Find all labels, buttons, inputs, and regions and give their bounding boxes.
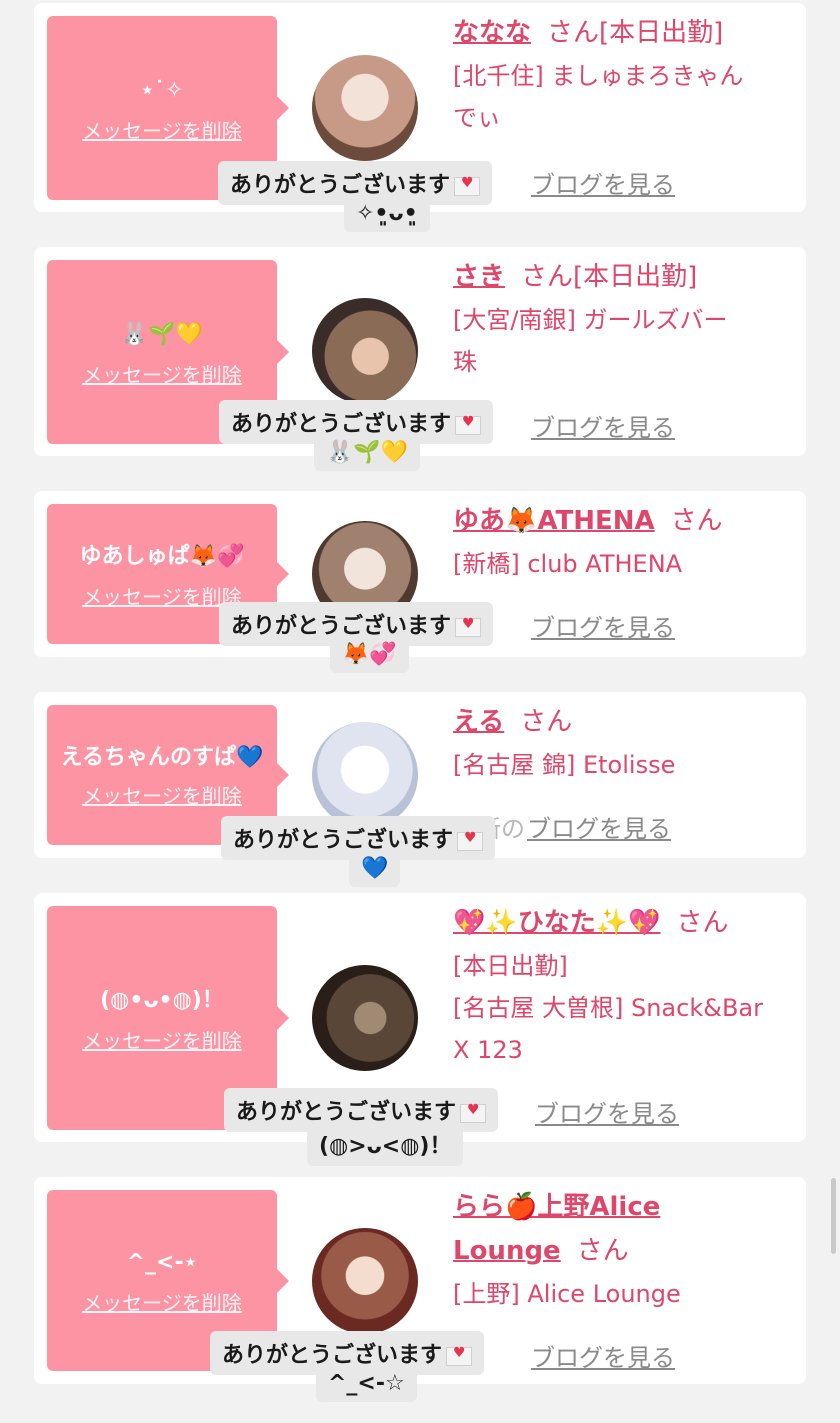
honorific: さん	[576, 1236, 629, 1266]
girl-info: ななな さん[本日出勤] [北千住] ましゅまろきゃん でぃ	[453, 11, 792, 139]
delete-message-link[interactable]: メッセージを削除	[82, 359, 242, 388]
thanks-text: ありがとうございます	[231, 614, 452, 639]
avatar[interactable]	[312, 965, 418, 1071]
bubble-message: 🐰🌱💛	[120, 321, 204, 347]
thanks-text: ありがとうございます	[233, 828, 454, 853]
girl-info: さき さん[本日出勤] [大宮/南銀] ガールズバー 珠	[453, 255, 792, 383]
girl-name-link[interactable]: さき	[453, 262, 505, 292]
girl-name-link[interactable]: ゆあ🦊ATHENA	[453, 506, 655, 536]
honorific: さん	[676, 908, 729, 938]
girl-name-link[interactable]: ななな	[453, 18, 531, 48]
shop-line: でぃ	[453, 104, 501, 132]
bubble-message: (◍•ᴗ•◍)！	[100, 987, 224, 1013]
thanks-tooltip-sub: ^_<-☆	[316, 1369, 417, 1402]
thanks-tooltip-sub: (◍>ᴗ<◍)！	[307, 1126, 464, 1166]
shop-line: [北千住] ましゅまろきゃん	[453, 62, 744, 90]
blog-link[interactable]: ブログを見る	[531, 608, 675, 643]
bubble-message: ⋆˙✧	[140, 77, 184, 103]
bubble-message: ゆあしゅぱ🦊💞	[79, 543, 245, 569]
shop-line: [名古屋 錦] Etolisse	[453, 751, 676, 779]
envelope-heart-icon	[454, 175, 481, 196]
avatar[interactable]	[312, 298, 418, 404]
envelope-heart-icon	[446, 1345, 473, 1366]
name-line: ゆあ🦊ATHENA さん	[453, 499, 792, 543]
honorific: さん	[520, 707, 573, 737]
thanks-tooltip-sub: 💙	[349, 854, 401, 887]
scrollbar[interactable]	[831, 1178, 836, 1254]
thanks-text: ありがとうございます	[230, 173, 451, 198]
shop-line: [名古屋 大曽根] Snack&Bar	[453, 994, 763, 1022]
attendance-badge: [本日出勤]	[453, 952, 568, 980]
thanks-text: ありがとうございます	[222, 1343, 443, 1368]
shop-line: X 123	[453, 1036, 523, 1064]
blog-link[interactable]: ブログを見る	[531, 1338, 675, 1373]
honorific: さん	[521, 262, 574, 292]
thanks-tooltip-sub: ✧•͈ᴗ•͈	[344, 199, 430, 232]
girl-info: える さん [名古屋 錦] Etolisse	[453, 700, 792, 786]
girl-name-link[interactable]: える	[453, 707, 504, 737]
name-line: さき さん[本日出勤]	[453, 255, 792, 299]
blog-label: ブログを見る	[527, 815, 671, 843]
girl-info: 💖✨ひなた✨💖 さん [本日出勤] [名古屋 大曽根] Snack&Bar X 1…	[453, 901, 792, 1071]
envelope-heart-icon	[460, 1102, 487, 1123]
girl-info: ゆあ🦊ATHENA さん [新橋] club ATHENA	[453, 499, 792, 585]
shop-line: 珠	[453, 348, 477, 376]
name-line: える さん	[453, 700, 792, 744]
shop-line: [新橋] club ATHENA	[453, 550, 683, 578]
thanks-text: ありがとうございます	[236, 1100, 457, 1125]
delete-message-link[interactable]: メッセージを削除	[82, 115, 242, 144]
avatar[interactable]	[312, 55, 418, 161]
delete-message-link[interactable]: メッセージを削除	[82, 581, 242, 610]
envelope-heart-icon	[457, 830, 484, 851]
name-line: らら🍎上野Alice Lounge さん	[453, 1185, 683, 1273]
honorific: さん	[670, 506, 723, 536]
attendance-badge: [本日出勤]	[573, 262, 698, 292]
envelope-heart-icon	[455, 616, 482, 637]
honorific: さん	[547, 18, 600, 48]
bubble-message: ^_<-⋆	[126, 1250, 198, 1275]
girl-info: らら🍎上野Alice Lounge さん [上野] Alice Lounge	[453, 1185, 792, 1315]
name-line: 💖✨ひなた✨💖 さん	[453, 901, 792, 945]
thanks-text: ありがとうございます	[231, 412, 452, 437]
bubble-message: えるちゃんのすぱ💙	[60, 744, 264, 770]
shop-line: [上野] Alice Lounge	[453, 1280, 681, 1308]
girl-name-link[interactable]: 💖✨ひなた✨💖	[453, 908, 661, 938]
envelope-heart-icon	[455, 414, 482, 435]
delete-message-link[interactable]: メッセージを削除	[82, 1287, 242, 1316]
attendance-badge: [本日出勤]	[599, 18, 724, 48]
blog-link[interactable]: ブログを見る	[531, 408, 675, 443]
name-line: ななな さん[本日出勤]	[453, 11, 792, 55]
girl-name-link[interactable]: らら🍎上野Alice Lounge	[453, 1192, 660, 1266]
blog-link[interactable]: ブログを見る	[535, 1094, 679, 1129]
shop-line: [大宮/南銀] ガールズバー	[453, 306, 728, 334]
avatar[interactable]	[312, 722, 418, 828]
thanks-tooltip-sub: 🦊💞	[330, 640, 409, 673]
avatar[interactable]	[312, 1228, 418, 1334]
blog-link[interactable]: ブログを見る	[531, 165, 675, 200]
delete-message-link[interactable]: メッセージを削除	[82, 1025, 242, 1054]
thanks-tooltip-sub: 🐰🌱💛	[314, 438, 421, 471]
delete-message-link[interactable]: メッセージを削除	[82, 780, 242, 809]
